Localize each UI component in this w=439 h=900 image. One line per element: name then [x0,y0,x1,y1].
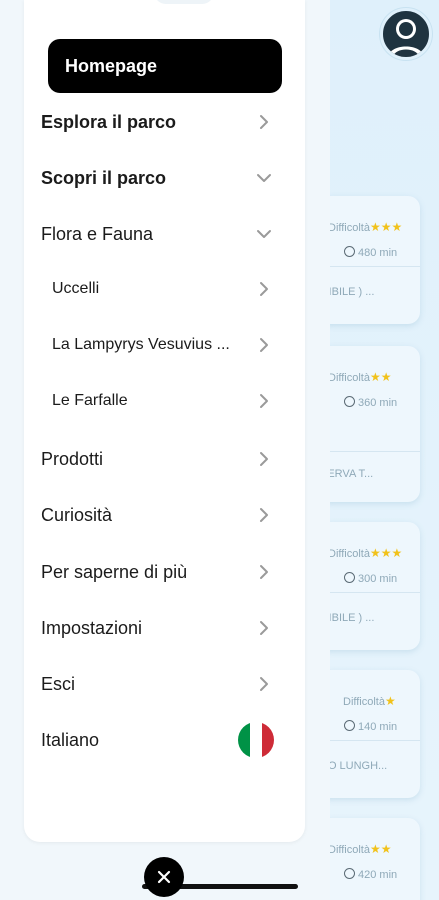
menu-item-label: Uccelli [52,280,100,297]
chevron-right-icon [246,620,282,636]
difficulty-stars: ★★ [369,370,392,384]
background-app: Difficoltà★★★ 480 min GIBILE ) ... Diffi… [318,0,439,900]
chevron-right-icon [246,676,282,692]
user-avatar[interactable] [380,8,432,60]
chevron-right-icon [246,564,282,580]
menu-item-label: Italiano [41,729,100,750]
duration: 140 min [358,721,398,733]
difficulty-label: Difficoltà [328,844,370,856]
divider [318,740,420,741]
difficulty-stars: ★ [384,694,396,708]
duration: 360 min [358,397,398,409]
menu-item-curiosita[interactable]: Curiosità [24,488,282,542]
menu-item-esci[interactable]: Esci [24,657,282,711]
menu-item-label: Esci [41,673,76,694]
chevron-down-icon [246,229,282,239]
chevron-right-icon [246,451,282,467]
menu-item-label: Le Farfalle [52,392,128,409]
menu-item-homepage[interactable]: Homepage [48,39,282,93]
menu-item-label: La Lampyrys Vesuvius ... [52,336,230,353]
menu-item-label: Flora e Fauna [41,223,154,244]
drawer-top-notch [154,0,214,4]
menu-item-label: Esplora il parco [41,111,177,132]
duration: 420 min [358,869,398,881]
trail-card[interactable]: Difficoltà★ 140 min NO LUNGH... [318,670,420,798]
chevron-right-icon [246,393,282,409]
clock-icon [344,246,355,257]
duration: 300 min [358,573,398,585]
menu-item-uccelli[interactable]: Uccelli [24,262,282,316]
card-description: NO LUNGH... [320,760,388,772]
difficulty-stars: ★★★ [369,220,403,234]
menu-item-la-lampyrys-vesuvius[interactable]: La Lampyrys Vesuvius ... [24,318,282,372]
difficulty-label: Difficoltà [328,548,370,560]
menu-item-le-farfalle[interactable]: Le Farfalle [24,374,282,428]
close-icon [157,870,171,884]
trail-card[interactable]: Difficoltà★★ 360 min SERVA T... [318,346,420,502]
user-icon [388,19,424,57]
menu-item-scopri-il-parco[interactable]: Scopri il parco [24,151,282,205]
chevron-right-icon [246,114,282,130]
chevron-right-icon [246,507,282,523]
close-drawer-button[interactable] [144,857,184,897]
difficulty-label: Difficoltà [328,222,370,234]
menu-item-label: Impostazioni [41,617,143,638]
menu-item-flora-e-fauna[interactable]: Flora e Fauna [24,207,282,261]
divider [318,266,420,267]
clock-icon [344,396,355,407]
chevron-down-icon [246,173,282,183]
clock-icon [344,720,355,731]
difficulty-stars: ★★ [369,842,392,856]
menu-item-per-saperne-di-piu[interactable]: Per saperne di più [24,545,282,599]
menu-item-label: Curiosità [41,504,113,525]
menu-item-impostazioni[interactable]: Impostazioni [24,601,282,655]
divider [318,451,420,452]
menu-item-label: Per saperne di più [41,561,188,582]
clock-icon [344,868,355,879]
trail-card[interactable]: Difficoltà★★ 420 min [318,818,420,900]
divider [318,592,420,593]
chevron-right-icon [246,337,282,353]
menu-item-label: Prodotti [41,448,104,469]
clock-icon [344,572,355,583]
menu-item-language[interactable]: Italiano [24,713,282,767]
trail-card[interactable]: Difficoltà★★★ 480 min GIBILE ) ... [318,196,420,324]
difficulty-stars: ★★★ [369,546,403,560]
menu-item-label: Scopri il parco [41,167,167,188]
difficulty-label: Difficoltà [328,372,370,384]
duration: 480 min [358,247,398,259]
chevron-right-icon [246,281,282,297]
difficulty-label: Difficoltà [343,696,385,708]
menu-item-prodotti[interactable]: Prodotti [24,432,282,486]
italian-flag-icon [238,722,274,758]
menu-item-esplora-il-parco[interactable]: Esplora il parco [24,95,282,149]
menu-item-label: Homepage [65,55,158,76]
trail-card[interactable]: Difficoltà★★★ 300 min GIBILE ) ... [318,522,420,650]
